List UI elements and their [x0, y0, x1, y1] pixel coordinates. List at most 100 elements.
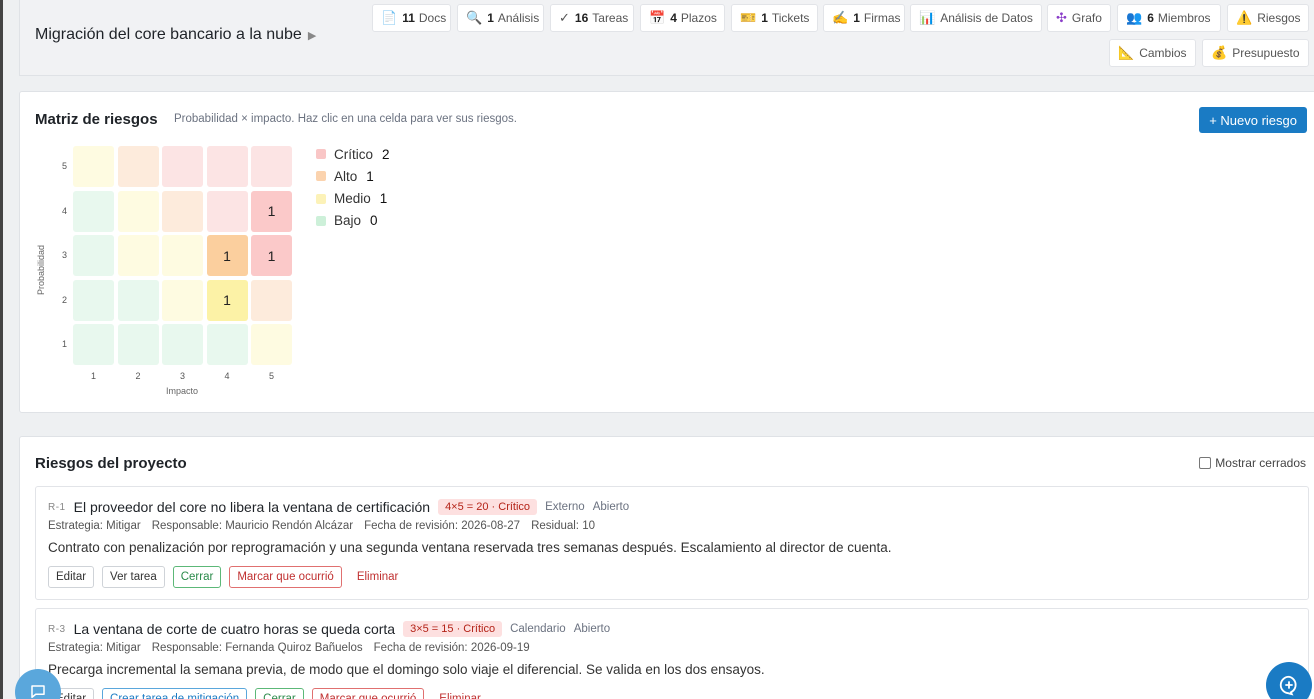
calendar-icon: 📅: [649, 10, 666, 25]
risk-status: Abierto: [573, 623, 611, 635]
chip-count: 1: [853, 11, 860, 25]
risk-matrix-card: Matriz de riesgos Probabilidad × impacto…: [19, 91, 1314, 413]
chip-label: Presupuesto: [1232, 46, 1300, 60]
signature-icon: ✍️: [832, 10, 849, 25]
risk-score-badge: 3×5 = 15 · Crítico: [403, 621, 503, 637]
edit-button[interactable]: Editar: [48, 566, 95, 588]
matrix-cell-p1-i2[interactable]: [117, 324, 159, 365]
matrix-cell-p5-i1[interactable]: [73, 146, 114, 187]
mark-occurred-button[interactable]: Marcar que ocurrió: [229, 566, 342, 588]
chip-label: Análisis: [497, 11, 540, 25]
matrix-cell-p5-i3[interactable]: [162, 146, 203, 187]
matrix-cell-p2-i2[interactable]: [117, 279, 159, 321]
matrix-cell-p3-i4[interactable]: 1: [206, 235, 248, 276]
chip-análisis[interactable]: 🔍 1 Análisis: [457, 4, 544, 32]
graph-icon: ✣: [1056, 10, 1067, 25]
matrix-cell-p2-i4[interactable]: 1: [206, 279, 248, 321]
delete-button[interactable]: Eliminar: [349, 566, 406, 588]
chip-miembros[interactable]: 👥 6 Miembros: [1117, 4, 1221, 32]
members-icon: 👥: [1126, 10, 1143, 25]
y-tick-label: 1: [62, 339, 68, 349]
mark-occurred-button[interactable]: Marcar que ocurrió: [311, 688, 425, 699]
matrix-subtitle: Probabilidad × impacto. Haz clic en una …: [174, 113, 517, 125]
risk-strategy: Estrategia: Mitigar: [48, 642, 141, 654]
chip-firmas[interactable]: ✍️ 1 Firmas: [823, 4, 905, 32]
legend-count: 1: [366, 168, 374, 184]
y-tick-label: 5: [62, 161, 68, 171]
chip-label: Tareas: [592, 11, 629, 25]
chat-bubble-icon: [31, 685, 45, 698]
x-tick-label: 3: [180, 371, 186, 381]
show-closed-label: Mostrar cerrados: [1215, 456, 1306, 470]
chip-label: Miembros: [1157, 11, 1211, 25]
matrix-cell-p2-i1[interactable]: [73, 279, 114, 321]
matrix-cell-p4-i2[interactable]: [117, 190, 159, 232]
risk-title: La ventana de corte de cuatro horas se q…: [73, 621, 396, 637]
matrix-cell-p1-i1[interactable]: [73, 324, 114, 365]
project-risks-card: Riesgos del proyecto Mostrar cerrados R-…: [19, 436, 1314, 699]
chip-label: Plazos: [680, 11, 717, 25]
chip-label: Docs: [418, 11, 447, 25]
legend-item-critico: Crítico 2: [316, 145, 390, 163]
document-icon: 📄: [381, 10, 398, 25]
show-closed-toggle[interactable]: Mostrar cerrados: [1199, 456, 1306, 470]
matrix-cell-p4-i3[interactable]: [162, 190, 203, 232]
chip-docs[interactable]: 📄 11 Docs: [372, 4, 451, 32]
new-risk-button[interactable]: + Nuevo riesgo: [1199, 107, 1307, 133]
legend-swatch: [316, 171, 326, 182]
matrix-cell-p4-i4[interactable]: [206, 190, 248, 232]
view-task-button[interactable]: Ver tarea: [102, 566, 165, 588]
chip-plazos[interactable]: 📅 4 Plazos: [640, 4, 725, 32]
matrix-cell-p3-i5[interactable]: 1: [251, 235, 292, 276]
chip-riesgos[interactable]: ⚠️ Riesgos: [1227, 4, 1309, 32]
x-axis-label: Impacto: [166, 386, 199, 396]
matrix-cell-p5-i2[interactable]: [117, 146, 159, 187]
matrix-cell-p3-i1[interactable]: [73, 235, 114, 276]
matrix-cell-p1-i3[interactable]: [162, 324, 203, 365]
chip-análisis-de-datos[interactable]: 📊 Análisis de Datos: [910, 4, 1042, 32]
chip-count: 16: [574, 11, 589, 25]
legend-swatch: [316, 149, 326, 159]
matrix-cell-p2-i3[interactable]: [162, 279, 203, 321]
chip-label: Tickets: [771, 11, 810, 25]
show-closed-checkbox[interactable]: [1199, 457, 1212, 469]
legend-item-alto: Alto 1: [316, 167, 374, 185]
chip-label: Riesgos: [1257, 11, 1301, 25]
matrix-cell-p3-i2[interactable]: [117, 235, 159, 276]
matrix-cell-p4-i5[interactable]: 1: [251, 190, 292, 232]
chat-add-icon: [1279, 675, 1297, 696]
risk-description: Contrato con penalización por reprograma…: [48, 540, 892, 555]
project-header: Migración del core bancario a la nube ▶ 📄…: [19, 0, 1314, 76]
risk-review-date: Fecha de revisión: 2026-09-19: [373, 642, 530, 654]
matrix-cell-p4-i1[interactable]: [73, 190, 114, 232]
matrix-cell-p2-i5[interactable]: [251, 279, 292, 321]
y-tick-label: 4: [62, 205, 68, 216]
chip-label: Análisis de Datos: [940, 11, 1033, 25]
matrix-cell-p3-i3[interactable]: [162, 235, 203, 276]
matrix-cell-p5-i5[interactable]: [251, 146, 292, 187]
chip-count: 1: [487, 11, 494, 25]
close-risk-button[interactable]: Cerrar: [172, 566, 222, 588]
chip-presupuesto[interactable]: 💰 Presupuesto: [1202, 39, 1309, 67]
chip-tareas[interactable]: ✓ 16 Tareas: [550, 4, 634, 32]
close-risk-button[interactable]: Cerrar: [255, 688, 304, 699]
y-tick-label: 2: [62, 294, 68, 305]
chip-tickets[interactable]: 🎫 1 Tickets: [731, 4, 818, 32]
risk-item: R-3 La ventana de corte de cuatro horas s…: [35, 608, 1309, 699]
chip-label: Firmas: [863, 11, 901, 25]
project-title[interactable]: Migración del core bancario a la nube ▶: [35, 26, 316, 44]
chip-cambios[interactable]: 📐 Cambios: [1109, 39, 1196, 67]
chip-count: 4: [670, 11, 677, 25]
matrix-cell-p5-i4[interactable]: [206, 146, 248, 187]
matrix-cell-p1-i5[interactable]: [251, 324, 292, 365]
legend-swatch: [316, 215, 326, 226]
matrix-cell-p1-i4[interactable]: [206, 324, 248, 365]
legend-count: 1: [379, 191, 388, 207]
create-mitigation-task-button[interactable]: Crear tarea de mitigación: [102, 688, 248, 699]
delete-button[interactable]: Eliminar: [432, 688, 488, 699]
chip-grafo[interactable]: ✣ Grafo: [1047, 4, 1111, 32]
risk-score-badge: 4×5 = 20 · Crítico: [438, 499, 538, 515]
expand-arrow-icon[interactable]: ▶: [308, 30, 316, 42]
risk-status: Abierto: [592, 501, 630, 513]
risk-owner: Responsable: Mauricio Rendón Alcázar: [151, 520, 354, 532]
